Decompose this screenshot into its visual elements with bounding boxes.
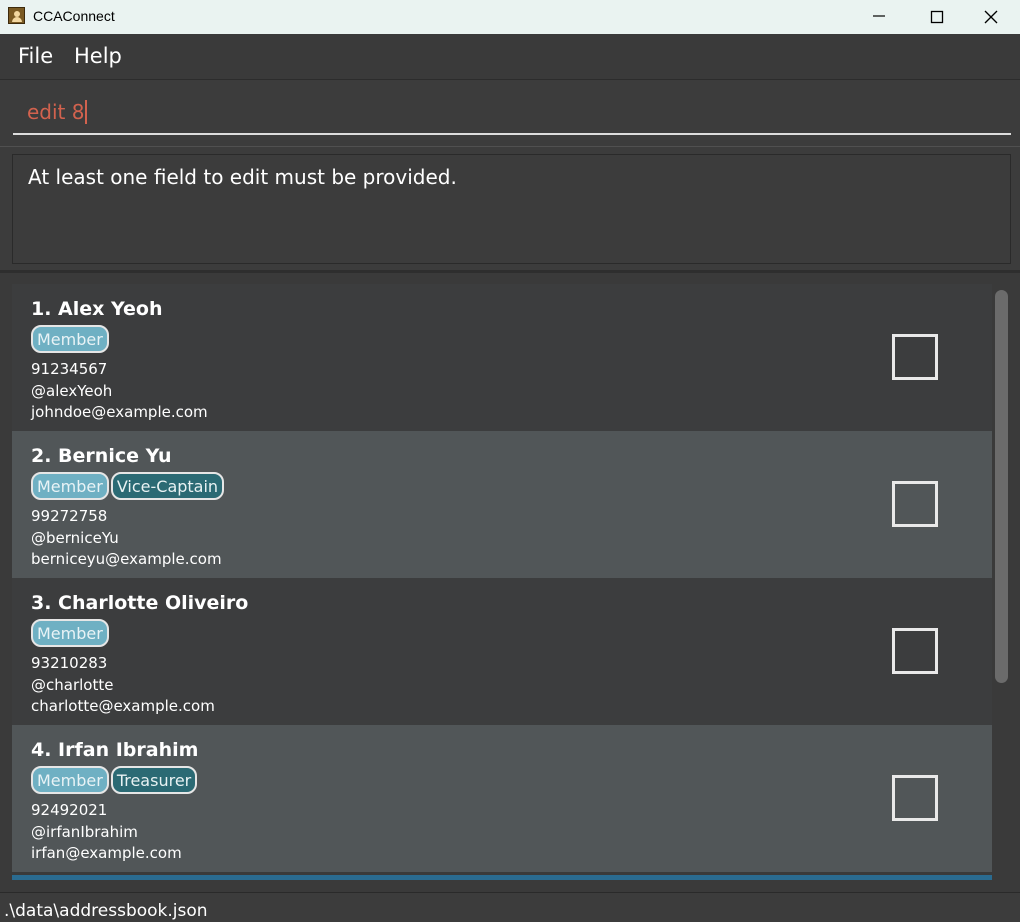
command-text: edit 8 [27,100,88,124]
person-handle: @charlotte [31,676,114,694]
status-bar: .\data\addressbook.json [0,892,1020,922]
tag-list: Member [31,325,109,357]
minimize-icon [873,15,885,17]
person-email: charlotte@example.com [31,697,215,715]
minimize-button[interactable] [850,0,908,34]
maximize-button[interactable] [908,0,966,34]
person-card[interactable]: 2. Bernice Yu Member Vice-Captain 992727… [12,431,992,578]
tag-role: Treasurer [110,766,198,794]
select-checkbox[interactable] [892,334,938,380]
select-checkbox[interactable] [892,481,938,527]
tag-list: Member Treasurer [31,766,198,798]
tag-list: Member Vice-Captain [31,472,225,504]
tag-member: Member [31,766,109,794]
close-button[interactable] [962,0,1020,34]
select-checkbox[interactable] [892,775,938,821]
person-list-panel: 1. Alex Yeoh Member 91234567 @alexYeoh j… [0,270,1020,892]
text-caret [85,100,88,124]
result-panel: At least one field to edit must be provi… [0,146,1020,270]
maximize-icon [930,10,944,24]
person-email: johndoe@example.com [31,403,208,421]
person-name: 3. Charlotte Oliveiro [31,592,249,614]
app-icon [8,7,25,24]
person-card[interactable]: 1. Alex Yeoh Member 91234567 @alexYeoh j… [12,284,992,431]
close-icon [984,10,998,24]
menu-file[interactable]: File [18,44,53,68]
person-email: berniceyu@example.com [31,550,222,568]
list-scrollbar[interactable] [995,290,1008,683]
person-phone: 91234567 [31,360,108,378]
person-phone: 93210283 [31,654,108,672]
tag-list: Member [31,619,109,651]
person-name: 2. Bernice Yu [31,445,172,467]
person-phone: 99272758 [31,507,108,525]
tag-member: Member [31,325,109,353]
select-checkbox[interactable] [892,628,938,674]
person-name: 4. Irfan Ibrahim [31,739,199,761]
menu-help[interactable]: Help [74,44,122,68]
person-handle: @alexYeoh [31,382,113,400]
person-handle: @berniceYu [31,529,119,547]
title-bar: CCAConnect [0,0,1020,34]
person-email: irfan@example.com [31,844,182,862]
save-file-path: .\data\addressbook.json [4,901,208,921]
person-card[interactable]: 3. Charlotte Oliveiro Member 93210283 @c… [12,578,992,725]
result-message: At least one field to edit must be provi… [28,165,457,189]
list-focus-edge [12,875,992,880]
person-name: 1. Alex Yeoh [31,298,163,320]
person-handle: @irfanIbrahim [31,823,138,841]
person-phone: 92492021 [31,801,108,819]
person-list[interactable]: 1. Alex Yeoh Member 91234567 @alexYeoh j… [12,284,992,875]
menu-bar: File Help [0,34,1020,80]
command-input[interactable]: edit 8 [13,87,1011,135]
window-title: CCAConnect [33,8,115,24]
command-area: edit 8 [0,80,1020,146]
result-display[interactable]: At least one field to edit must be provi… [12,154,1011,264]
tag-member: Member [31,619,109,647]
tag-role: Vice-Captain [110,472,225,500]
person-card[interactable]: 4. Irfan Ibrahim Member Treasurer 924920… [12,725,992,872]
tag-member: Member [31,472,109,500]
